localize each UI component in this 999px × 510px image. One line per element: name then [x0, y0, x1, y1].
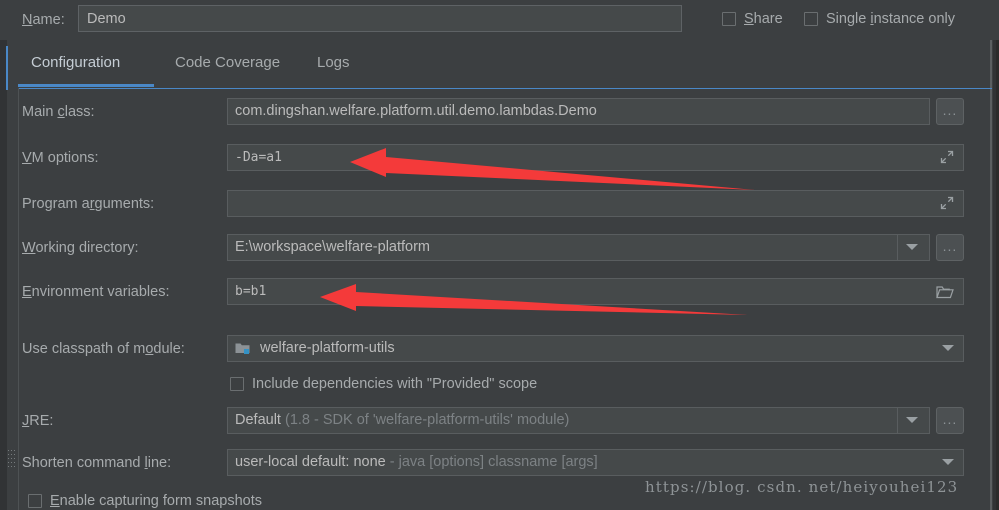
- environment-variables-label-rest: nvironment variables:: [31, 284, 170, 300]
- main-class-label-part2: lass:: [64, 104, 95, 120]
- program-arguments-label-part2: guments:: [94, 196, 155, 212]
- tab-configuration[interactable]: Configuration: [31, 54, 120, 71]
- shorten-command-line-label: Shorten command line:: [22, 455, 171, 471]
- environment-variables-mnemonic: E: [22, 284, 32, 300]
- tab-bar: Configuration Code Coverage Logs: [7, 44, 992, 88]
- enable-form-snapshots-checkbox[interactable]: [28, 494, 42, 508]
- jre-value-main: Default: [235, 412, 281, 428]
- include-provided-scope-label[interactable]: Include dependencies with "Provided" sco…: [252, 376, 537, 392]
- run-debug-configuration-dialog: Name: Share Single instance only Configu…: [0, 0, 999, 510]
- module-icon: [235, 343, 250, 354]
- main-class-label: Main class:: [22, 104, 95, 120]
- chevron-down-icon-working-directory[interactable]: [906, 244, 918, 250]
- expand-diagonal-icon-program-arguments[interactable]: [940, 196, 954, 210]
- ellipsis-icon: ...: [942, 238, 958, 254]
- jre-browse-button[interactable]: ...: [936, 407, 964, 434]
- share-checkbox[interactable]: [722, 12, 736, 26]
- use-classpath-label-part1: Use classpath of m: [22, 341, 146, 357]
- working-directory-mnemonic: W: [22, 240, 36, 256]
- main-class-input[interactable]: com.dingshan.welfare.platform.util.demo.…: [227, 98, 930, 125]
- chevron-down-icon-module[interactable]: [942, 345, 954, 351]
- expand-diagonal-icon-vm-options[interactable]: [940, 150, 954, 164]
- tab-logs[interactable]: Logs: [317, 54, 350, 71]
- enable-form-snapshots-mnemonic: E: [50, 493, 60, 509]
- include-provided-scope-checkbox[interactable]: [230, 377, 244, 391]
- jre-label-rest: RE:: [29, 413, 54, 429]
- main-class-mnemonic: c: [57, 104, 65, 120]
- resize-drag-handle[interactable]: [8, 450, 15, 468]
- name-label-rest: ame:: [32, 12, 65, 28]
- chevron-down-icon-jre[interactable]: [906, 417, 918, 423]
- working-directory-input[interactable]: E:\workspace\welfare-platform: [227, 234, 930, 261]
- chevron-down-icon-shorten-command-line[interactable]: [942, 459, 954, 465]
- single-instance-label-part2: nstance only: [873, 11, 955, 27]
- working-directory-label-rest: orking directory:: [35, 240, 139, 256]
- watermark-url: https://blog. csdn. net/heiyouhei123: [645, 478, 959, 496]
- use-classpath-label-part2: dule:: [153, 341, 185, 357]
- tab-panel-left-border: [18, 88, 19, 510]
- shorten-label-part1: Shorten command: [22, 455, 145, 471]
- shorten-value-main: user-local default: none: [235, 454, 386, 470]
- vm-options-label: VM options:: [22, 150, 99, 166]
- name-label-mnemonic: N: [22, 12, 33, 28]
- jre-combo[interactable]: Default (1.8 - SDK of 'welfare-platform-…: [227, 407, 930, 434]
- ellipsis-icon: ...: [942, 102, 958, 118]
- enable-form-snapshots-label[interactable]: Enable capturing form snapshots: [50, 493, 262, 509]
- use-classpath-of-module-combo[interactable]: welfare-platform-utils: [227, 335, 964, 362]
- program-arguments-label: Program arguments:: [22, 196, 154, 212]
- enable-form-snapshots-label-rest: nable capturing form snapshots: [59, 493, 262, 509]
- program-arguments-label-part1: Program a: [22, 196, 90, 212]
- shorten-command-line-combo[interactable]: user-local default: none - java [options…: [227, 449, 964, 476]
- working-directory-browse-button[interactable]: ...: [936, 234, 964, 261]
- shorten-label-part2: ine:: [147, 455, 172, 471]
- environment-variables-label: Environment variables:: [22, 284, 170, 300]
- jre-combo-divider: [897, 408, 898, 433]
- environment-variables-input[interactable]: b=b1: [227, 278, 964, 305]
- name-input[interactable]: [78, 5, 682, 32]
- vm-options-label-rest: M options:: [31, 150, 99, 166]
- name-label: Name:: [22, 12, 65, 28]
- single-instance-checkbox[interactable]: [804, 12, 818, 26]
- main-class-browse-button[interactable]: ...: [936, 98, 964, 125]
- tab-code-coverage[interactable]: Code Coverage: [175, 54, 280, 71]
- jre-label: JRE:: [22, 413, 53, 429]
- vm-options-mnemonic: V: [22, 150, 32, 166]
- folder-icon-environment-variables[interactable]: [936, 285, 954, 299]
- jre-value-detail: (1.8 - SDK of 'welfare-platform-utils' m…: [284, 412, 570, 428]
- tab-panel-top-border: [18, 88, 992, 89]
- vm-options-input[interactable]: -Da=a1: [227, 144, 964, 171]
- active-tab-underline: [18, 84, 154, 87]
- ellipsis-icon: ...: [942, 411, 958, 427]
- shorten-value-detail: - java [options] classname [args]: [389, 454, 598, 470]
- single-instance-label-part1: Single: [826, 11, 871, 27]
- share-label-rest: hare: [753, 11, 783, 27]
- share-checkbox-label[interactable]: Share: [744, 11, 783, 27]
- main-class-label-part1: Main: [22, 104, 58, 120]
- name-row: Name: Share Single instance only: [0, 0, 999, 40]
- working-directory-label: Working directory:: [22, 240, 139, 256]
- use-classpath-of-module-label: Use classpath of module:: [22, 341, 185, 357]
- program-arguments-input[interactable]: [227, 190, 964, 217]
- working-directory-combo-divider: [897, 235, 898, 260]
- share-mnemonic: S: [744, 11, 754, 27]
- single-instance-checkbox-label[interactable]: Single instance only: [826, 11, 955, 27]
